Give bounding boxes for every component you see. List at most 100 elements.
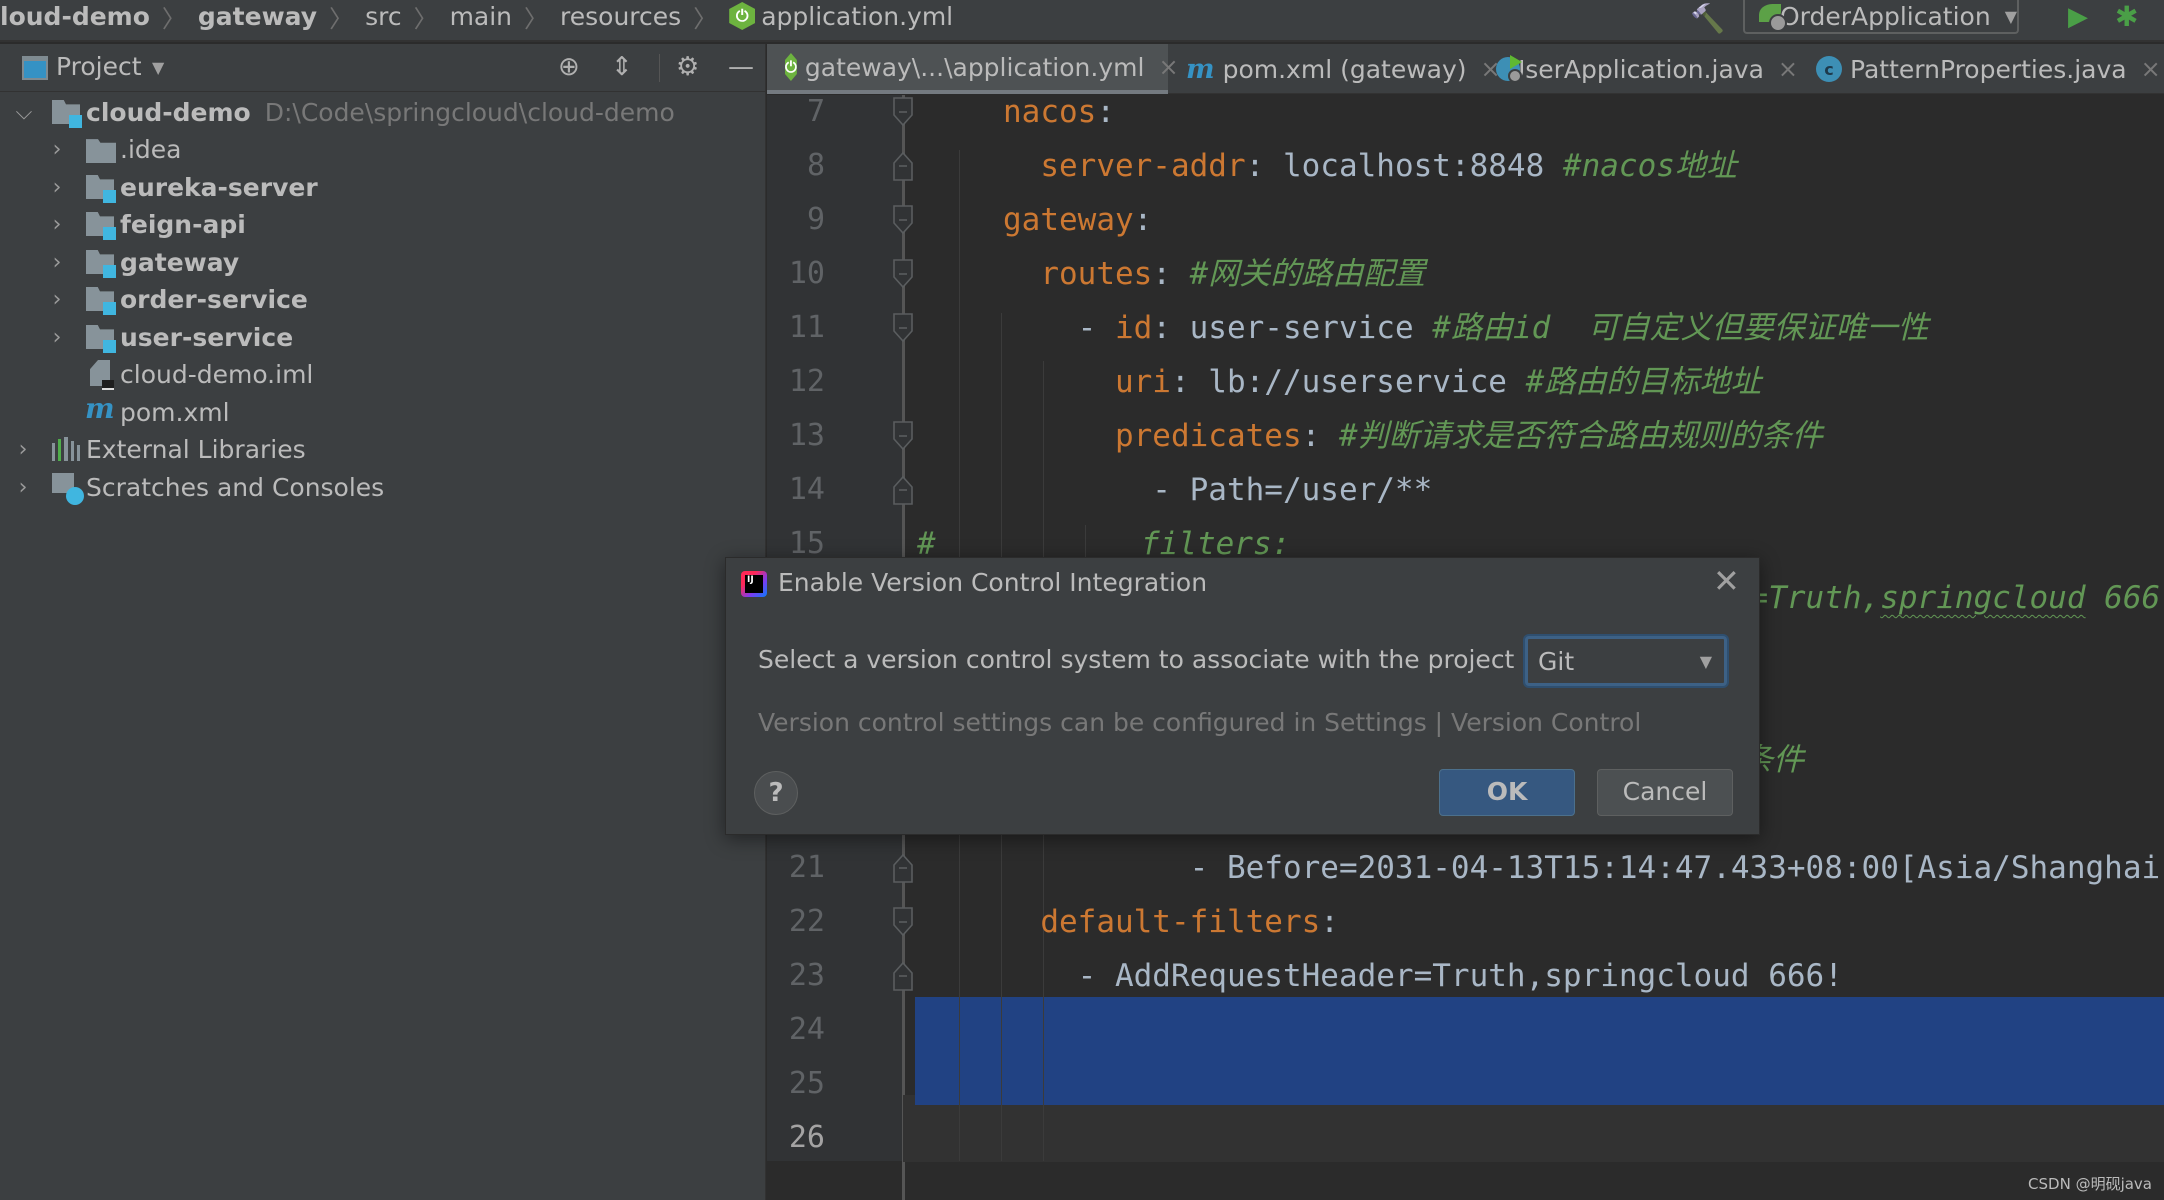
hide-icon[interactable]: — — [728, 52, 754, 82]
vcs-select-value: Git — [1538, 647, 1575, 676]
line-number: 26 — [788, 1120, 825, 1155]
cancel-button[interactable]: Cancel — [1597, 769, 1733, 816]
breadcrumb-item-gateway[interactable]: gateway — [192, 2, 323, 31]
tab-pattern-properties[interactable]: c PatternProperties.java × — [1798, 44, 2164, 94]
tree-item-eureka-server[interactable]: › eureka-server — [0, 169, 766, 206]
breadcrumb-separator: 〉 — [693, 4, 718, 33]
tree-item-label: Scratches and Consoles — [86, 473, 385, 502]
chevron-right-icon[interactable]: › — [13, 475, 33, 500]
close-icon[interactable]: ✕ — [1713, 562, 1740, 600]
tree-item-user-service[interactable]: › user-service — [0, 319, 766, 356]
line-number: 13 — [788, 418, 825, 453]
vcs-settings-hint: Version control settings can be configur… — [758, 708, 1642, 737]
line-number: 10 — [788, 256, 825, 291]
libraries-icon — [52, 437, 81, 461]
tree-item-feign-api[interactable]: › feign-api — [0, 206, 766, 243]
tree-item-external-libraries[interactable]: › External Libraries — [0, 431, 766, 468]
tree-item-scratches[interactable]: › Scratches and Consoles — [0, 469, 766, 506]
tree-item-label: eureka-server — [120, 173, 318, 202]
chevron-right-icon[interactable]: › — [47, 137, 67, 162]
toolbar-divider — [659, 54, 660, 82]
spring-application-icon — [1496, 55, 1522, 83]
module-folder-icon — [86, 212, 116, 240]
tree-item-order-service[interactable]: › order-service — [0, 281, 766, 318]
breadcrumb-separator: 〉 — [413, 4, 438, 33]
tree-item-cloud-demo[interactable]: ⌵ cloud-demo D:\Code\springcloud\cloud-de… — [0, 94, 766, 131]
chevron-down-icon[interactable]: ▼ — [152, 58, 164, 77]
code-line: predicates: #判断请求是否符合路由规则的条件 — [1003, 418, 1823, 454]
tree-item-label: order-service — [120, 285, 308, 314]
breadcrumb-item-project[interactable]: loud-demo — [0, 2, 156, 31]
tree-item-label: .idea — [120, 135, 182, 164]
chevron-right-icon[interactable]: › — [47, 175, 67, 200]
breadcrumb-item-file[interactable]: ⏻ application.yml — [723, 2, 959, 31]
folder-icon — [86, 139, 116, 163]
code-line: uri: lb://userservice #路由的目标地址 — [1003, 364, 1762, 400]
text-selection — [915, 997, 2164, 1105]
module-folder-icon — [86, 287, 116, 315]
breadcrumb-item-main[interactable]: main — [444, 2, 518, 31]
project-view-selector[interactable]: Project — [56, 52, 142, 81]
line-number: 24 — [788, 1012, 825, 1047]
collapse-all-icon[interactable]: ⇕ — [611, 52, 633, 82]
tab-pom-xml[interactable]: m pom.xml (gateway) × — [1168, 44, 1501, 94]
line-number: 9 — [806, 202, 825, 237]
vcs-select[interactable]: Git ▼ — [1525, 636, 1727, 686]
debug-icon[interactable]: ✱ — [2115, 0, 2138, 33]
chevron-down-icon: ▼ — [1699, 652, 1712, 671]
breadcrumb-separator: 〉 — [161, 4, 186, 33]
chevron-right-icon[interactable]: › — [47, 212, 67, 237]
gear-icon[interactable]: ⚙ — [676, 52, 699, 82]
spring-boot-icon: ⏻ — [729, 2, 756, 30]
chevron-right-icon[interactable]: › — [47, 287, 67, 312]
code-line: - Before=2031-04-13T15:14:47.433+08:00[A… — [1003, 850, 2164, 886]
tree-item-cloud-demo-iml[interactable]: cloud-demo.iml — [0, 356, 766, 393]
tree-item-idea[interactable]: › .idea — [0, 131, 766, 168]
run-configuration-selector[interactable]: OrderApplication ▼ — [1743, 0, 2019, 34]
chevron-down-icon: ▼ — [2004, 6, 2017, 26]
breadcrumb-item-resources[interactable]: resources — [554, 2, 687, 31]
breadcrumb-file-label: application.yml — [761, 1, 954, 31]
tree-item-label: pom.xml — [120, 398, 230, 427]
locate-icon[interactable]: ⊕ — [558, 52, 580, 82]
code-line: - AddRequestHeader=Truth,springcloud 666… — [1003, 958, 1843, 994]
tab-application-yml[interactable]: ⏻ gateway\...\application.yml × — [767, 44, 1179, 94]
chevron-down-icon[interactable]: ⌵ — [14, 100, 34, 125]
tree-item-label: External Libraries — [86, 435, 306, 464]
iml-file-icon — [88, 360, 114, 390]
breadcrumb-separator: 〉 — [524, 4, 549, 33]
line-number: 25 — [788, 1066, 825, 1101]
help-button[interactable]: ? — [754, 771, 798, 815]
tree-item-label: cloud-demo — [86, 98, 251, 127]
tree-item-pom-xml[interactable]: m pom.xml — [0, 392, 766, 431]
line-number: 22 — [788, 904, 825, 939]
line-number: 11 — [788, 310, 825, 345]
tree-item-gateway[interactable]: › gateway — [0, 244, 766, 281]
tab-user-application[interactable]: UserApplication.java × — [1478, 44, 1798, 94]
line-number: 21 — [788, 850, 825, 885]
close-icon[interactable]: × — [2141, 55, 2161, 83]
tree-item-label: gateway — [120, 248, 240, 277]
breadcrumb: loud-demo 〉 gateway 〉 src 〉 main 〉 resou… — [0, 0, 959, 33]
project-window-icon — [22, 56, 48, 80]
run-configuration-label: OrderApplication — [1779, 1, 1991, 31]
code-line: server-addr: localhost:8848 #nacos地址 — [1003, 148, 1737, 184]
chevron-right-icon[interactable]: › — [47, 250, 67, 275]
tab-label: pom.xml (gateway) — [1222, 54, 1467, 84]
breadcrumb-separator: 〉 — [329, 4, 354, 33]
ok-button[interactable]: OK — [1439, 769, 1575, 816]
breadcrumb-item-src[interactable]: src — [359, 2, 408, 31]
build-icon[interactable]: 🔨 — [1690, 2, 1725, 35]
dialog-title: Enable Version Control Integration — [778, 568, 1208, 597]
close-icon[interactable]: × — [1778, 55, 1798, 83]
navigation-bar: loud-demo 〉 gateway 〉 src 〉 main 〉 resou… — [0, 0, 2164, 42]
module-folder-icon — [86, 175, 116, 203]
class-icon: c — [1816, 56, 1842, 82]
run-icon[interactable]: ▶ — [2068, 2, 2088, 32]
line-number: 7 — [806, 95, 825, 129]
project-tool-window-header: Project ▼ ⊕ ⇕ ⚙ — — [0, 44, 766, 92]
tree-item-label: user-service — [120, 323, 294, 352]
chevron-right-icon[interactable]: › — [47, 325, 67, 350]
watermark: CSDN @明砚java — [2028, 1175, 2152, 1193]
chevron-right-icon[interactable]: › — [13, 437, 33, 462]
